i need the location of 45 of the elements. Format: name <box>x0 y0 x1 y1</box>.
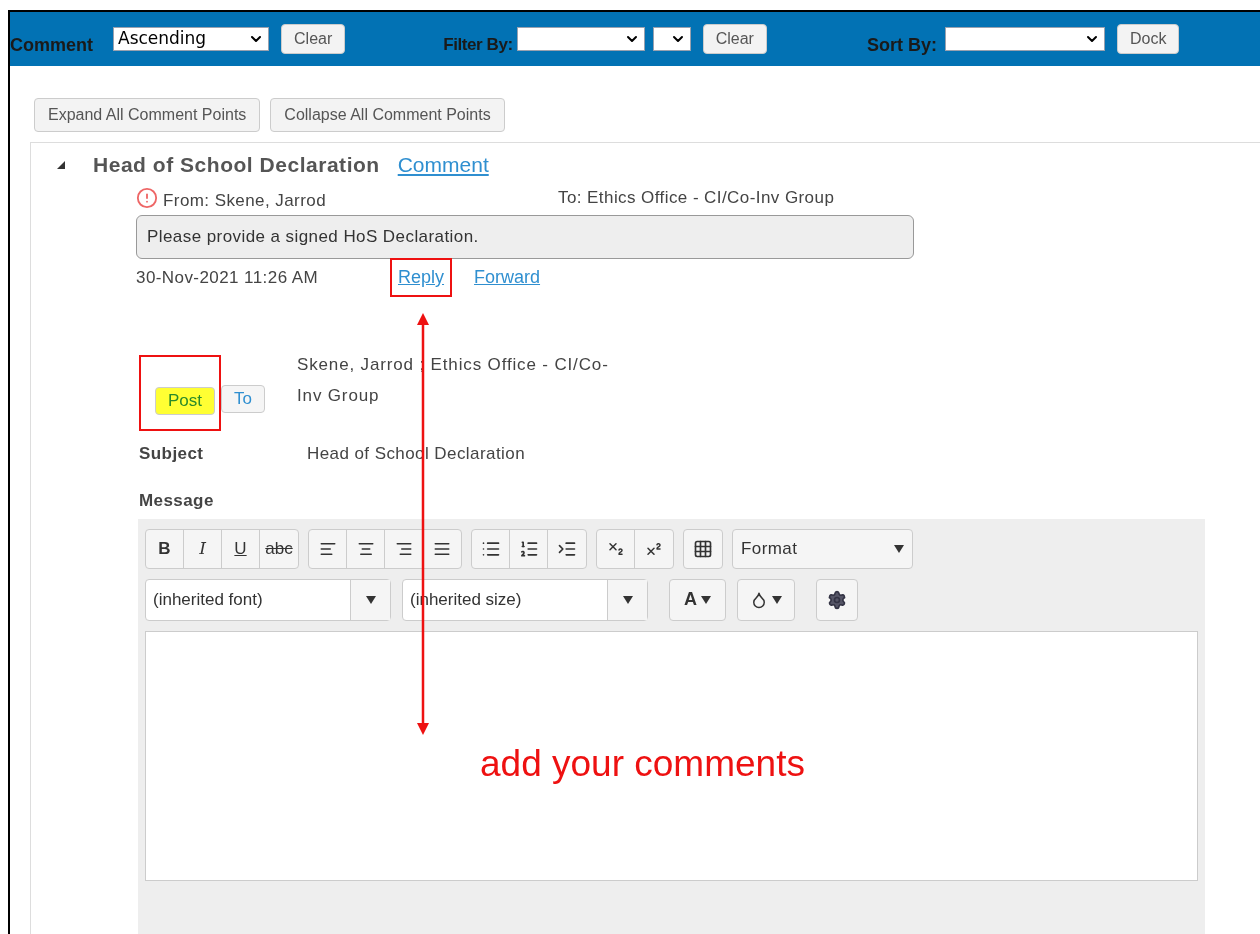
caret-icon <box>622 595 633 604</box>
caret-icon <box>772 595 782 604</box>
comment-link[interactable]: Comment <box>397 149 489 181</box>
table-button[interactable] <box>683 528 723 569</box>
caret-icon <box>701 595 711 604</box>
message-input[interactable] <box>145 630 1198 881</box>
style-button[interactable]: I <box>184 529 222 568</box>
sort-select[interactable] <box>944 27 1105 51</box>
comment-date: 30-Nov-2021 11:26 AM <box>136 266 320 289</box>
alert-icon <box>136 186 158 209</box>
comment-action-link[interactable]: Reply <box>390 258 453 297</box>
tree-button[interactable]: Expand All Comment Points <box>34 98 261 132</box>
comment-label: Comment <box>10 33 93 57</box>
settings-icon <box>827 589 847 610</box>
droplet-icon <box>750 590 768 609</box>
message-box: Please provide a signed HoS Declaration. <box>136 214 914 259</box>
clear-button[interactable]: Clear <box>281 24 346 54</box>
clear-button[interactable]: Clear <box>702 24 767 54</box>
tree-button[interactable]: Collapse All Comment Points <box>270 98 505 132</box>
from-text: From: Skene, Jarrod <box>163 189 328 212</box>
table-icon <box>693 538 713 559</box>
subject-label: Subject <box>139 442 205 465</box>
style-button[interactable]: B <box>146 529 184 568</box>
format-select[interactable]: Format <box>732 528 913 569</box>
dock-button[interactable]: Dock <box>1116 24 1180 54</box>
background-color-button[interactable] <box>737 578 795 621</box>
style-button[interactable]: U <box>222 529 260 568</box>
settings-button[interactable] <box>816 578 858 621</box>
sort-label: Sort By: <box>866 33 937 57</box>
message-label: Message <box>139 490 215 512</box>
filter-select[interactable] <box>516 27 645 51</box>
reply-button[interactable]: Post <box>155 386 216 415</box>
annotation-text: add your comments <box>480 742 805 786</box>
text-color-button[interactable]: A <box>669 578 726 621</box>
filter-option-select[interactable] <box>652 27 691 51</box>
comment-point-title: Head of School Declaration <box>93 152 380 178</box>
order-select[interactable]: Ascending <box>113 27 269 51</box>
caret-icon <box>365 595 376 604</box>
style-button[interactable]: abc <box>260 529 298 568</box>
filter-label: Filter By: <box>443 34 513 57</box>
expand-toggle-icon[interactable] <box>57 160 65 169</box>
comment-action-link[interactable]: Forward <box>466 258 549 297</box>
font-select[interactable]: (inherited font) <box>145 578 391 621</box>
to-text: To: Ethics Office - CI/Co-Inv Group <box>558 186 835 209</box>
caret-icon <box>894 544 904 553</box>
